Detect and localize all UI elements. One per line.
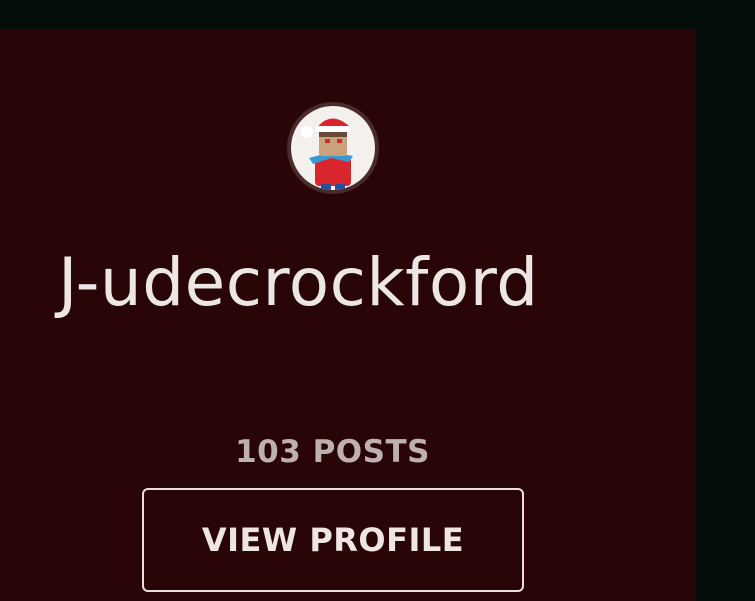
avatar[interactable] xyxy=(287,102,379,194)
christmas-avatar-icon xyxy=(291,106,375,190)
username-heading: J-udecrockford xyxy=(58,244,539,321)
post-count: 103 POSTS xyxy=(235,434,430,470)
profile-card: J-udecrockford 103 POSTS VIEW PROFILE xyxy=(0,29,696,601)
view-profile-button[interactable]: VIEW PROFILE xyxy=(142,488,524,592)
